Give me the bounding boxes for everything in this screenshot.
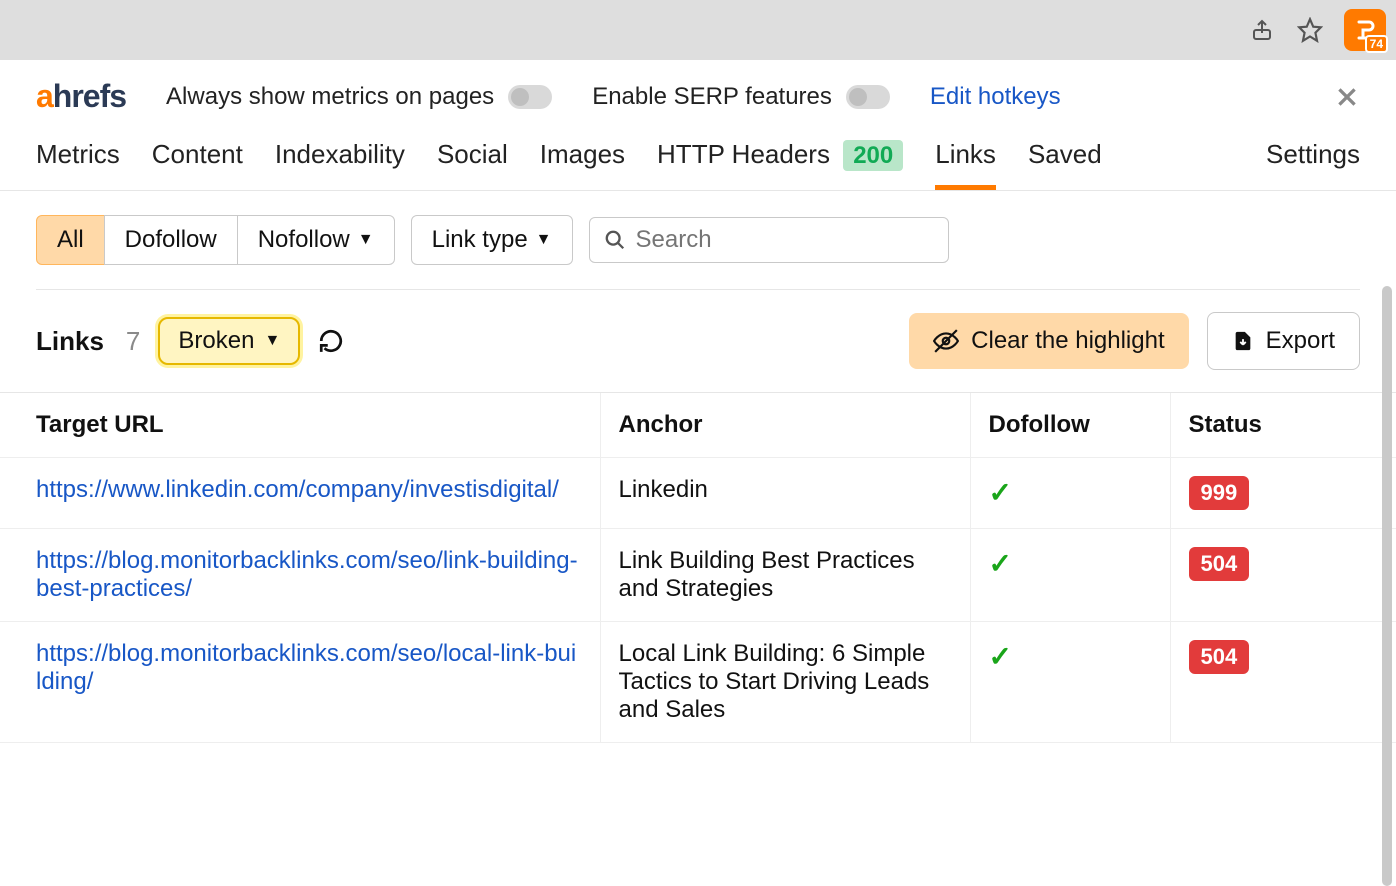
scrollbar[interactable] [1382,286,1392,886]
follow-filter-group: All Dofollow Nofollow ▼ [36,215,395,265]
chevron-down-icon: ▼ [264,332,280,350]
eye-off-icon [933,328,959,354]
links-table: Target URL Anchor Dofollow Status https:… [0,392,1396,743]
http-status-badge: 200 [843,140,903,171]
table-row: https://www.linkedin.com/company/investi… [0,458,1396,529]
links-header: Links 7 Broken ▼ Clear the highlight Exp… [0,290,1396,392]
target-url-link[interactable]: https://blog.monitorbacklinks.com/seo/lo… [36,640,576,695]
tab-indexability[interactable]: Indexability [275,139,405,190]
browser-toolbar: 74 [0,0,1396,60]
filter-label: Link type [432,226,528,254]
toggle-enable-serp[interactable]: Enable SERP features [592,83,890,111]
tabs: Metrics Content Indexability Social Imag… [0,125,1396,191]
tab-saved[interactable]: Saved [1028,139,1102,190]
search-input[interactable] [636,226,934,254]
links-count: 7 [126,326,140,357]
check-icon: ✓ [989,477,1012,508]
table-row: https://blog.monitorbacklinks.com/seo/lo… [0,622,1396,743]
filter-dofollow[interactable]: Dofollow [104,215,238,265]
tab-metrics[interactable]: Metrics [36,139,120,190]
links-title: Links [36,326,104,357]
broken-dropdown[interactable]: Broken ▼ [158,317,300,365]
tab-links[interactable]: Links [935,139,996,190]
chevron-down-icon: ▼ [358,231,374,249]
anchor-text: Local Link Building: 6 Simple Tactics to… [600,622,970,743]
extension-badge-count: 74 [1365,35,1388,53]
toggle-label: Always show metrics on pages [166,83,494,111]
broken-label: Broken [178,327,254,355]
col-dofollow[interactable]: Dofollow [970,393,1170,458]
share-icon[interactable] [1248,16,1276,44]
filter-nofollow[interactable]: Nofollow ▼ [237,215,395,265]
toggle-label: Enable SERP features [592,83,832,111]
filter-label: Nofollow [258,226,350,254]
status-badge: 504 [1189,640,1250,674]
clear-highlight-button[interactable]: Clear the highlight [909,313,1188,369]
close-icon[interactable] [1334,84,1360,110]
search-box[interactable] [589,217,949,263]
target-url-link[interactable]: https://www.linkedin.com/company/investi… [36,476,559,503]
tab-content[interactable]: Content [152,139,243,190]
target-url-link[interactable]: https://blog.monitorbacklinks.com/seo/li… [36,547,578,602]
download-icon [1232,330,1254,352]
status-badge: 504 [1189,547,1250,581]
toggle-switch[interactable] [508,85,552,109]
tab-social[interactable]: Social [437,139,508,190]
extension-badge[interactable]: 74 [1344,9,1386,51]
edit-hotkeys-link[interactable]: Edit hotkeys [930,83,1061,111]
ahrefs-panel: ahrefs Always show metrics on pages Enab… [0,60,1396,743]
export-label: Export [1266,327,1335,355]
filter-all[interactable]: All [36,215,105,265]
star-icon[interactable] [1296,16,1324,44]
status-badge: 999 [1189,476,1250,510]
check-icon: ✓ [989,548,1012,579]
search-icon [604,229,626,251]
tab-label: HTTP Headers [657,139,830,169]
tab-settings[interactable]: Settings [1266,139,1360,190]
col-target-url[interactable]: Target URL [0,393,600,458]
filters: All Dofollow Nofollow ▼ Link type ▼ [0,191,1396,289]
tab-http-headers[interactable]: HTTP Headers 200 [657,139,903,190]
filter-linktype[interactable]: Link type ▼ [411,215,573,265]
chevron-down-icon: ▼ [536,231,552,249]
col-status[interactable]: Status [1170,393,1396,458]
tab-images[interactable]: Images [540,139,625,190]
anchor-text: Linkedin [600,458,970,529]
clear-highlight-label: Clear the highlight [971,327,1164,355]
check-icon: ✓ [989,641,1012,672]
table-header-row: Target URL Anchor Dofollow Status [0,393,1396,458]
toggle-switch[interactable] [846,85,890,109]
ahrefs-logo: ahrefs [36,78,126,115]
anchor-text: Link Building Best Practices and Strateg… [600,529,970,622]
panel-header: ahrefs Always show metrics on pages Enab… [0,60,1396,125]
table-row: https://blog.monitorbacklinks.com/seo/li… [0,529,1396,622]
reload-icon[interactable] [318,328,344,354]
col-anchor[interactable]: Anchor [600,393,970,458]
export-button[interactable]: Export [1207,312,1360,370]
toggle-always-show-metrics[interactable]: Always show metrics on pages [166,83,552,111]
